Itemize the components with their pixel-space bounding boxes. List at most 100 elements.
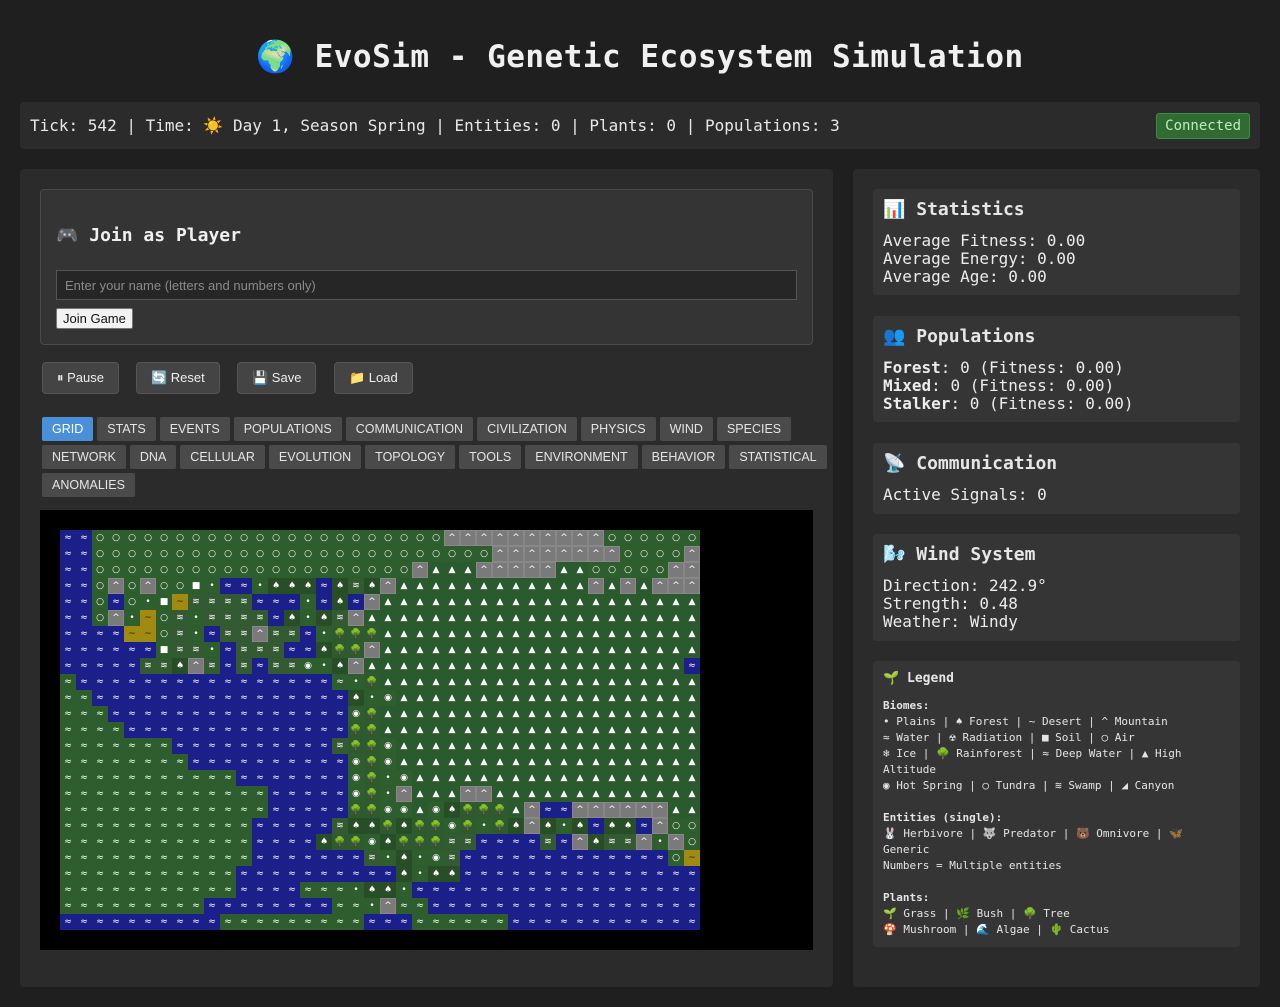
tab-grid[interactable]: GRID [42, 417, 94, 441]
grid-cell: ≈ [124, 914, 140, 930]
grid-cell: ≈ [60, 738, 76, 754]
grid-cell: ▲ [556, 578, 572, 594]
grid-cell: ○ [108, 546, 124, 562]
grid-cell: ^ [524, 530, 540, 546]
tab-cellular[interactable]: CELLULAR [180, 445, 265, 469]
grid-cell: ○ [300, 530, 316, 546]
grid-cell: ▲ [652, 642, 668, 658]
tab-network[interactable]: NETWORK [42, 445, 126, 469]
grid-cell: ■ [156, 642, 172, 658]
grid-cell: ≈ [300, 882, 316, 898]
grid-cell: ≈ [204, 882, 220, 898]
grid-cell: ≈ [76, 658, 92, 674]
tab-populations[interactable]: POPULATIONS [233, 417, 342, 441]
grid-cell: ≈ [524, 898, 540, 914]
grid-cell: ≈ [268, 674, 284, 690]
grid-cell: ▲ [412, 594, 428, 610]
tab-environment[interactable]: ENVIRONMENT [525, 445, 638, 469]
tab-civilization[interactable]: CIVILIZATION [477, 417, 577, 441]
grid-cell: ≈ [156, 914, 172, 930]
grid-cell: ≈ [220, 834, 236, 850]
grid-cell: ▲ [380, 610, 396, 626]
grid-cell: ≈ [316, 818, 332, 834]
grid-cell: ≈ [284, 706, 300, 722]
grid-cell: ≈ [284, 674, 300, 690]
grid-cell: ▲ [620, 786, 636, 802]
grid-cell: ▲ [540, 754, 556, 770]
grid-cell: ^ [524, 562, 540, 578]
grid-cell: ○ [684, 834, 700, 850]
tab-evolution[interactable]: EVOLUTION [268, 445, 362, 469]
tab-physics[interactable]: PHYSICS [580, 417, 656, 441]
side-panel: 📊 Statistics Average Fitness: 0.00 Avera… [853, 169, 1260, 987]
grid-cell: 🌳 [460, 818, 476, 834]
grid-cell: ▲ [508, 658, 524, 674]
grid-cell: ≈ [60, 706, 76, 722]
tab-stats[interactable]: STATS [97, 417, 156, 441]
grid-cell: ○ [668, 850, 684, 866]
grid-cell: ▲ [492, 578, 508, 594]
grid-cell: ≈ [236, 866, 252, 882]
grid-cell: ≈ [348, 594, 364, 610]
grid-cell: ~ [124, 626, 140, 642]
grid-cell: ≈ [252, 818, 268, 834]
world-grid[interactable]: ≈ ≈ ○ ○ ○ ○ ○ ○ ○ ○ ○ ○ ○ ○ ○ ○ ○ ○ ○ ○ ○ ○ ○ ○ ^ ^ ^ ^ ^ ^ ^ ^ ^ ^ ○ ○ ○ ○ ○ ○… [60, 530, 700, 930]
pause-button[interactable]: ⏸ Pause [42, 362, 119, 394]
grid-cell: ≈ [108, 706, 124, 722]
tab-tools[interactable]: TOOLS [459, 445, 522, 469]
legend-line: ❄ Ice | 🌳 Rainforest | ≈ Deep Water | ▲ … [883, 747, 1182, 760]
grid-cell: ○ [412, 546, 428, 562]
tab-statistical[interactable]: STATISTICAL [729, 445, 827, 469]
grid-cell: ≈ [108, 786, 124, 802]
grid-cell: ≈ [540, 882, 556, 898]
player-name-input[interactable] [56, 270, 797, 300]
grid-cell: ≈ [412, 882, 428, 898]
tab-wind[interactable]: WIND [659, 417, 713, 441]
grid-cell: ≈ [92, 914, 108, 930]
grid-cell: ▲ [556, 706, 572, 722]
load-button[interactable]: 📁 Load [334, 362, 413, 394]
grid-cell: ≈ [220, 770, 236, 786]
grid-cell: ▲ [428, 738, 444, 754]
tab-communication[interactable]: COMMUNICATION [345, 417, 474, 441]
join-game-button[interactable]: Join Game [56, 308, 133, 329]
tab-anomalies[interactable]: ANOMALIES [42, 473, 135, 497]
grid-cell: ▲ [492, 610, 508, 626]
grid-cell: ≈ [300, 642, 316, 658]
reset-button[interactable]: 🔄 Reset [136, 362, 220, 394]
grid-cell: ≈ [76, 818, 92, 834]
grid-cell: ▲ [620, 674, 636, 690]
grid-cell: ▲ [524, 658, 540, 674]
grid-cell: ▲ [524, 610, 540, 626]
tab-topology[interactable]: TOPOLOGY [365, 445, 456, 469]
grid-cell: ≈ [236, 898, 252, 914]
grid-cell: ○ [252, 562, 268, 578]
tab-behavior[interactable]: BEHAVIOR [641, 445, 726, 469]
grid-cell: ○ [348, 562, 364, 578]
tab-dna[interactable]: DNA [129, 445, 177, 469]
grid-cell: ◉ [380, 802, 396, 818]
grid-cell: ▲ [396, 722, 412, 738]
grid-cell: ≈ [172, 866, 188, 882]
grid-cell: ▲ [396, 690, 412, 706]
tab-events[interactable]: EVENTS [159, 417, 230, 441]
grid-cell: ○ [348, 530, 364, 546]
grid-cell: ♠ [172, 658, 188, 674]
grid-cell: ≈ [188, 786, 204, 802]
save-button[interactable]: 💾 Save [237, 362, 317, 394]
grid-cell: ≈ [124, 754, 140, 770]
grid-cell: ○ [300, 562, 316, 578]
tab-species[interactable]: SPECIES [716, 417, 792, 441]
grid-cell: ≈ [428, 898, 444, 914]
grid-cell: ≋ [332, 818, 348, 834]
grid-cell: ≈ [316, 722, 332, 738]
grid-cell: 🌳 [460, 802, 476, 818]
grid-cell: ▲ [444, 578, 460, 594]
grid-cell: ○ [92, 610, 108, 626]
grid-cell: ≈ [316, 786, 332, 802]
grid-cell: ≈ [92, 754, 108, 770]
grid-cell: ▲ [572, 642, 588, 658]
wind-title: 🌬️ Wind System [883, 544, 1036, 565]
grid-cell: ≈ [60, 882, 76, 898]
grid-cell: ≈ [108, 594, 124, 610]
